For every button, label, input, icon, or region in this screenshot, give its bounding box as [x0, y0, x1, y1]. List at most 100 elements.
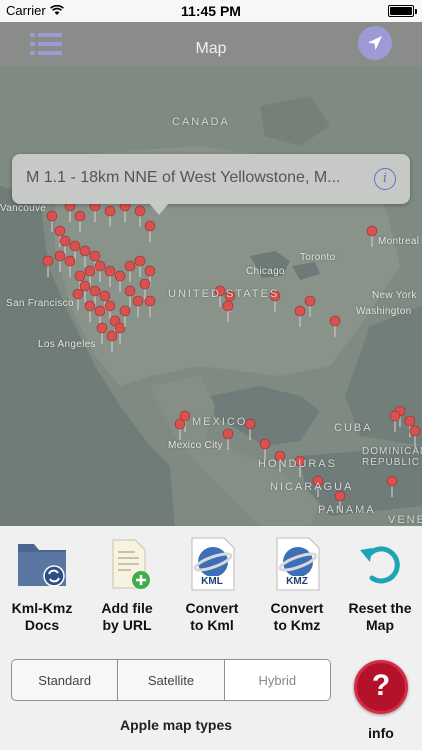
- map-label-chicago: Chicago: [246, 266, 285, 277]
- kml-kmz-docs-button[interactable]: Kml-Kmz Docs: [0, 536, 84, 634]
- action-label-1b: Docs: [24, 617, 60, 633]
- kmz-file-icon: KMZ: [269, 536, 325, 592]
- map-label-san-francisco: San Francisco: [6, 298, 74, 309]
- kml-badge: KML: [201, 576, 223, 587]
- action-label-3b: to Kml: [190, 617, 234, 633]
- action-label-5b: Map: [366, 617, 394, 633]
- map-callout[interactable]: M 1.1 - 18km NNE of West Yellowstone, M.…: [12, 154, 410, 215]
- status-bar: Carrier 11:45 PM: [0, 0, 422, 22]
- map-pin: [59, 235, 71, 247]
- map-pin: [144, 295, 156, 307]
- question-mark-icon: ?: [371, 669, 391, 702]
- action-label-2a: Add file: [101, 600, 153, 616]
- map-label-venezuela: VENEZ: [388, 514, 422, 526]
- map-label-canada: CANADA: [172, 116, 230, 128]
- segment-satellite[interactable]: Satellite: [118, 660, 225, 700]
- kmz-badge: KMZ: [286, 576, 308, 587]
- map-pin: [114, 270, 126, 282]
- info-label: info: [368, 725, 394, 741]
- map-pin: [94, 260, 106, 272]
- map-pin: [409, 425, 421, 437]
- map-pin: [144, 265, 156, 277]
- map-pin: [94, 305, 106, 317]
- map-view[interactable]: CANADA Vancouve Montreal Toronto Chicago…: [0, 66, 422, 526]
- map-pin: [222, 428, 234, 440]
- location-arrow-icon[interactable]: [358, 26, 392, 60]
- map-pin: [132, 295, 144, 307]
- map-label-mexico-city: Mexico City: [168, 440, 223, 451]
- convert-to-kml-button[interactable]: KML Convert to Kml: [170, 536, 254, 634]
- map-pin: [114, 322, 126, 334]
- map-pin: [124, 285, 136, 297]
- map-pin: [304, 295, 316, 307]
- help-button[interactable]: ?: [354, 660, 408, 714]
- map-pin: [139, 278, 151, 290]
- map-pin: [54, 225, 66, 237]
- info-icon[interactable]: i: [374, 168, 396, 190]
- action-label-1a: Kml-Kmz: [11, 600, 73, 616]
- add-file-by-url-button[interactable]: Add file by URL: [85, 536, 169, 634]
- map-pin: [79, 245, 91, 257]
- map-pin: [104, 265, 116, 277]
- map-pin: [46, 210, 58, 222]
- map-pin: [329, 315, 341, 327]
- segment-standard[interactable]: Standard: [12, 660, 119, 700]
- reset-icon: [352, 536, 408, 592]
- map-pin: [42, 255, 54, 267]
- map-label-united-states: UNITED STATES: [168, 288, 280, 300]
- map-pin: [404, 415, 416, 427]
- map-pin: [134, 255, 146, 267]
- map-pin: [84, 300, 96, 312]
- callout-tail: [149, 203, 169, 215]
- map-pin: [222, 300, 234, 312]
- map-pin: [84, 265, 96, 277]
- map-pin: [144, 220, 156, 232]
- callout-title: M 1.1 - 18km NNE of West Yellowstone, M.…: [26, 169, 341, 186]
- map-type-segmented-control: Standard Satellite Hybrid: [11, 659, 331, 701]
- map-label-vancouver: Vancouve: [0, 203, 47, 214]
- action-label-3a: Convert: [185, 600, 239, 616]
- status-time: 11:45 PM: [181, 3, 241, 19]
- navigation-bar: Map: [0, 22, 422, 66]
- map-pin: [174, 418, 186, 430]
- map-pin: [79, 280, 91, 292]
- map-label-new-york: New York: [372, 290, 417, 301]
- map-pin: [74, 210, 86, 222]
- map-pin: [89, 250, 101, 262]
- map-pin: [54, 250, 66, 262]
- add-file-icon: [99, 536, 155, 592]
- map-label-washington: Washington: [356, 306, 412, 317]
- map-pin: [259, 438, 271, 450]
- map-pin: [389, 410, 401, 422]
- action-label-2b: by URL: [102, 617, 152, 633]
- map-types-caption: Apple map types: [119, 717, 233, 733]
- map-label-panama: PANAMA: [318, 504, 376, 516]
- map-label-cuba: CUBA: [334, 422, 373, 434]
- map-pin: [72, 288, 84, 300]
- map-pin: [294, 305, 306, 317]
- map-pin: [89, 285, 101, 297]
- map-pin: [69, 240, 81, 252]
- map-pin: [386, 475, 398, 487]
- segment-hybrid[interactable]: Hybrid: [224, 660, 330, 700]
- map-pin: [104, 205, 116, 217]
- map-pin: [96, 322, 108, 334]
- map-label-toronto: Toronto: [300, 252, 336, 263]
- map-label-dominican-republic: DOMINICAN REPUBLIC: [362, 446, 422, 468]
- reset-map-button[interactable]: Reset the Map: [338, 536, 422, 634]
- map-pin: [124, 260, 136, 272]
- tools-panel: Kml-Kmz Docs Add file by URL KML Convert…: [0, 526, 422, 750]
- map-pin: [366, 225, 378, 237]
- map-pin: [64, 255, 76, 267]
- convert-to-kmz-button[interactable]: KMZ Convert to Kmz: [255, 536, 339, 634]
- map-label-montreal: Montreal: [378, 236, 420, 247]
- map-pin: [119, 305, 131, 317]
- map-pin: [134, 205, 146, 217]
- map-label-honduras: HONDURAS: [258, 458, 337, 470]
- action-label-4a: Convert: [270, 600, 324, 616]
- map-pin: [104, 300, 116, 312]
- map-pin: [74, 270, 86, 282]
- map-label-los-angeles: Los Angeles: [38, 339, 96, 350]
- battery-icon: [388, 5, 417, 17]
- map-label-nicaragua: NICARAGUA: [270, 481, 354, 493]
